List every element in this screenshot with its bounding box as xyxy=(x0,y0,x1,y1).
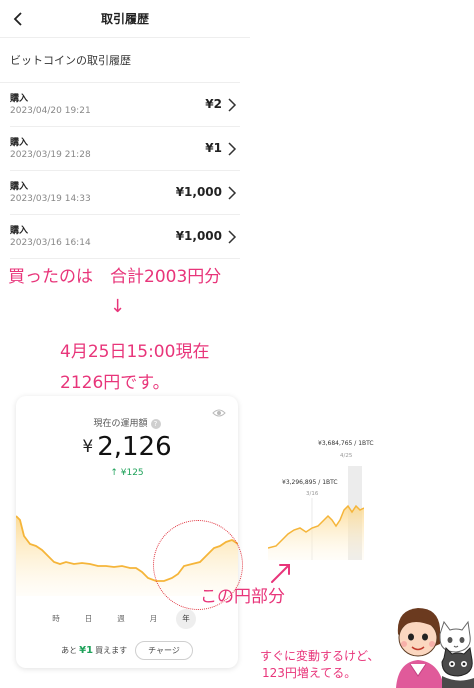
question-icon[interactable]: ? xyxy=(150,418,161,429)
transaction-amount: ¥1,000 xyxy=(175,229,222,243)
transaction-row[interactable]: 購入 2023/03/19 14:33 ¥1,000 xyxy=(10,171,240,215)
transaction-amount: ¥1,000 xyxy=(175,185,222,199)
portfolio-label: 現在の運用額 xyxy=(93,419,148,429)
annotation-down-arrow: ↓ xyxy=(110,296,126,317)
transaction-row[interactable]: 購入 2023/04/20 19:21 ¥2 xyxy=(10,83,240,127)
annotation-fluctuate: すぐに変動するけど、 xyxy=(260,649,380,663)
charge-button[interactable]: チャージ xyxy=(135,640,193,660)
currency-symbol: ¥ xyxy=(82,437,94,457)
transaction-type: 購入 xyxy=(10,226,29,236)
transaction-history-screen: 取引履歴 ビットコインの取引履歴 購入 2023/04/20 19:21 ¥2 … xyxy=(0,0,250,259)
transaction-amount: ¥1 xyxy=(205,141,222,155)
range-month[interactable]: 月 xyxy=(144,609,164,629)
back-button[interactable] xyxy=(8,9,28,29)
buy-suffix: 買えます xyxy=(95,645,128,655)
portfolio-value: ¥2,126 xyxy=(16,432,238,462)
chevron-right-icon xyxy=(228,186,237,200)
annotation-current-value: 2126円です。 xyxy=(60,373,170,393)
transaction-date: 2023/03/19 14:33 xyxy=(10,194,91,204)
eye-icon[interactable] xyxy=(212,408,226,418)
nav-bar: 取引履歴 xyxy=(0,0,250,38)
section-title: ビットコインの取引履歴 xyxy=(10,54,131,67)
range-week[interactable]: 週 xyxy=(111,609,131,629)
chevron-right-icon xyxy=(228,98,237,112)
range-day[interactable]: 日 xyxy=(79,609,99,629)
transaction-type: 購入 xyxy=(10,182,29,192)
transaction-list: 購入 2023/04/20 19:21 ¥2 購入 2023/03/19 21:… xyxy=(0,82,240,259)
buy-prefix: あと xyxy=(61,645,78,655)
portfolio-label-row: 現在の運用額? xyxy=(16,416,238,429)
portfolio-change: ↑ ¥125 xyxy=(110,468,144,478)
transaction-type: 購入 xyxy=(10,94,29,104)
range-hour[interactable]: 時 xyxy=(46,609,66,629)
annotation-current-time: 4月25日15:00現在 xyxy=(60,342,210,362)
buy-info: あと ¥1 買えます xyxy=(61,645,127,656)
chevron-right-icon xyxy=(228,142,237,156)
chevron-right-icon xyxy=(228,230,237,244)
transaction-date: 2023/03/16 16:14 xyxy=(10,238,91,248)
character-illustration xyxy=(396,608,474,688)
zoom-chart-svg xyxy=(268,466,364,560)
btc-zoom-chart: ¥3,684,765 / 1BTC 4/25 ¥3,296,895 / 1BTC… xyxy=(268,436,374,560)
chevron-left-icon xyxy=(13,12,22,26)
portfolio-amount: 2,126 xyxy=(97,432,172,462)
annotation-this-part: この円部分 xyxy=(200,587,285,607)
transaction-row[interactable]: 購入 2023/03/19 21:28 ¥1 xyxy=(10,127,240,171)
buy-row: あと ¥1 買えます チャージ xyxy=(16,640,238,660)
range-year[interactable]: 年 xyxy=(176,609,196,629)
buy-amount: ¥1 xyxy=(79,644,94,656)
transaction-type: 購入 xyxy=(10,138,29,148)
transaction-date: 2023/03/19 21:28 xyxy=(10,150,91,160)
annotation-increase: 123円増えてる。 xyxy=(262,666,357,680)
transaction-amount: ¥2 xyxy=(205,97,222,111)
page-title: 取引履歴 xyxy=(100,12,149,26)
transaction-date: 2023/04/20 19:21 xyxy=(10,106,91,116)
transaction-row[interactable]: 購入 2023/03/16 16:14 ¥1,000 xyxy=(10,215,240,259)
annotation-total: 買ったのは 合計2003円分 xyxy=(8,267,222,287)
range-selector: 時 日 週 月 年 xyxy=(46,608,196,630)
zoom-area xyxy=(268,506,364,560)
